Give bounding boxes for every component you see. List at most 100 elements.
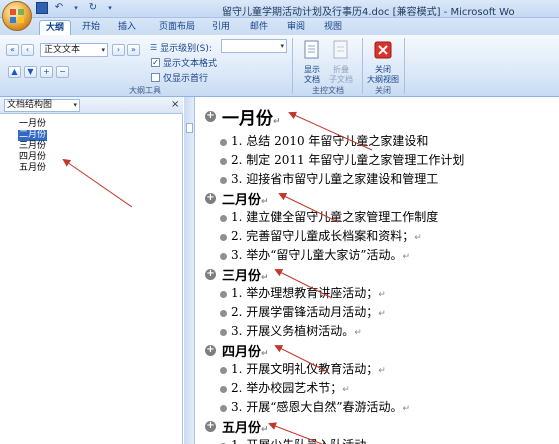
bullet-icon[interactable] [220,139,227,146]
document-icon [304,40,319,59]
body-line-text: 3. 开展“感恩大自然”春游活动。 [231,400,403,414]
document-map-item[interactable]: 四月份 [18,152,47,163]
ruler-marker[interactable] [186,123,193,133]
heading-line[interactable]: 二月份↵ [222,189,269,208]
outline-level-select[interactable]: 正文文本 ▾ [40,43,108,57]
heading-line[interactable]: 一月份↵ [222,104,281,129]
undo-icon[interactable]: ↶ [53,2,65,14]
move-down-button[interactable]: ▼ [24,66,37,78]
ribbon: « ‹ 正文文本 ▾ › » ▲ ▼ + − ☰ 显示级别(S): ▾ ✓ 显示… [0,35,559,97]
paragraph-mark: ↵ [414,233,422,243]
office-button[interactable] [2,1,32,31]
document-area[interactable]: + 一月份↵ 1. 总结 2010 年留守儿童之家建设和 2. 制定 2011 … [196,97,559,444]
body-line-text: 3. 举办“留守儿童大家访”活动。 [231,248,403,262]
window-title: 留守儿童学期活动计划及行事历4.doc [兼容模式] - Microsoft W… [222,7,515,18]
demote-button[interactable]: › [112,44,125,56]
heading-line[interactable]: 三月份↵ [222,265,269,284]
tab-review[interactable]: 审阅 [284,20,308,35]
heading-text: 五月份 [222,421,262,436]
tab-references[interactable]: 引用 [209,20,233,35]
body-line-text: 1. 开展文明礼仪教育活动； [231,362,379,376]
bullet-icon[interactable] [220,158,227,165]
show-first-line-checkbox[interactable] [151,73,160,82]
document-map-panel: 文档结构图 ▾ × 一月份 二月份 三月份 四月份 五月份 [0,97,183,444]
heading-text: 四月份 [222,345,262,360]
body-line[interactable]: 3. 举办“留守儿童大家访”活动。↵ [231,246,410,263]
body-line[interactable]: 3. 开展义务植树活动。↵ [231,322,362,339]
chevron-down-icon: ▾ [280,42,284,50]
promote-to-heading1-button[interactable]: « [6,44,19,56]
show-text-format-checkbox[interactable]: ✓ [151,58,160,67]
paragraph-mark: ↵ [378,309,386,319]
group-close: 关闭 [375,86,391,95]
demote-to-body-button[interactable]: » [127,44,140,56]
body-line[interactable]: 3. 迎接省市留守儿童之家建设和管理工 [231,170,438,187]
tab-page-layout[interactable]: 页面布局 [155,20,199,35]
expand-heading-icon[interactable]: + [205,269,216,280]
expand-button[interactable]: + [40,66,53,78]
bullet-icon[interactable] [220,291,227,298]
tab-home[interactable]: 开始 [79,20,103,35]
show-level-select[interactable]: ▾ [221,39,287,53]
show-level-label: 显示级别(S): [160,44,212,54]
body-line-text: 2. 举办校园艺术节； [231,381,343,395]
document-map-select-value: 文档结构图 [7,100,53,110]
save-icon[interactable] [36,2,48,14]
tab-insert[interactable]: 插入 [113,20,141,35]
collapse-sub-label2: 子文档 [329,75,353,84]
expand-heading-icon[interactable]: + [205,345,216,356]
close-icon[interactable]: × [171,99,179,110]
expand-heading-icon[interactable]: + [205,421,216,432]
body-line[interactable]: 1. 开展少先队员入队活动 [231,436,366,444]
close-outline-view-button[interactable]: 关闭 大纲视图 [363,40,403,85]
document-map-item[interactable]: 二月份 [18,130,48,141]
expand-heading-icon[interactable]: + [205,111,216,122]
bullet-icon[interactable] [220,310,227,317]
body-line[interactable]: 2. 举办校园艺术节；↵ [231,379,350,396]
body-line[interactable]: 1. 举办理想教育讲座活动；↵ [231,284,386,301]
bullet-icon[interactable] [220,234,227,241]
bullet-icon[interactable] [220,177,227,184]
document-map-item[interactable]: 三月份 [18,141,47,152]
heading-line[interactable]: 四月份↵ [222,341,269,360]
vertical-ruler[interactable] [184,97,195,444]
collapse-subdocuments-button[interactable]: 折叠 子文档 [323,40,359,85]
tab-outline[interactable]: 大纲 [39,20,71,35]
document-map-select[interactable]: 文档结构图 ▾ [4,99,80,112]
heading-text: 二月份 [222,193,262,208]
body-line[interactable]: 1. 开展文明礼仪教育活动；↵ [231,360,386,377]
paragraph-mark: ↵ [261,349,269,359]
collapse-button[interactable]: − [56,66,69,78]
show-text-format-row[interactable]: ✓ 显示文本格式 [151,56,217,69]
tab-mailings[interactable]: 邮件 [247,20,271,35]
collapse-sub-label1: 折叠 [333,65,349,74]
body-line[interactable]: 1. 建立健全留守儿童之家管理工作制度 [231,208,438,225]
bullet-icon[interactable] [220,215,227,222]
bullet-icon[interactable] [220,253,227,260]
tab-view[interactable]: 视图 [321,20,345,35]
heading-text: 三月份 [222,269,262,284]
chevron-down-icon[interactable]: ▾ [70,2,82,14]
document-map-item[interactable]: 一月份 [18,119,47,130]
body-line[interactable]: 3. 开展“感恩大自然”春游活动。↵ [231,398,410,415]
body-line[interactable]: 2. 制定 2011 年留守儿童之家管理工作计划 [231,151,464,168]
show-first-line-row[interactable]: 仅显示首行 [151,71,208,84]
document-map-item[interactable]: 五月份 [18,163,47,174]
redo-icon[interactable]: ↻ [87,2,99,14]
body-line[interactable]: 2. 完善留守儿童成长档案和资料；↵ [231,227,422,244]
paragraph-mark: ↵ [342,385,350,395]
chevron-down-icon: ▾ [73,101,77,109]
customize-qat-icon[interactable]: ▾ [104,2,116,14]
heading-line[interactable]: 五月份↵ [222,417,269,436]
bullet-icon[interactable] [220,405,227,412]
bullet-icon[interactable] [220,367,227,374]
body-line[interactable]: 2. 开展学雷锋活动月活动；↵ [231,303,386,320]
move-up-button[interactable]: ▲ [8,66,21,78]
expand-heading-icon[interactable]: + [205,193,216,204]
body-line-text: 2. 完善留守儿童成长档案和资料； [231,229,415,243]
bullet-icon[interactable] [220,329,227,336]
promote-button[interactable]: ‹ [21,44,34,56]
body-line[interactable]: 1. 总结 2010 年留守儿童之家建设和 [231,132,428,149]
bullet-icon[interactable] [220,386,227,393]
body-line-text: 3. 开展义务植树活动。 [231,324,355,338]
